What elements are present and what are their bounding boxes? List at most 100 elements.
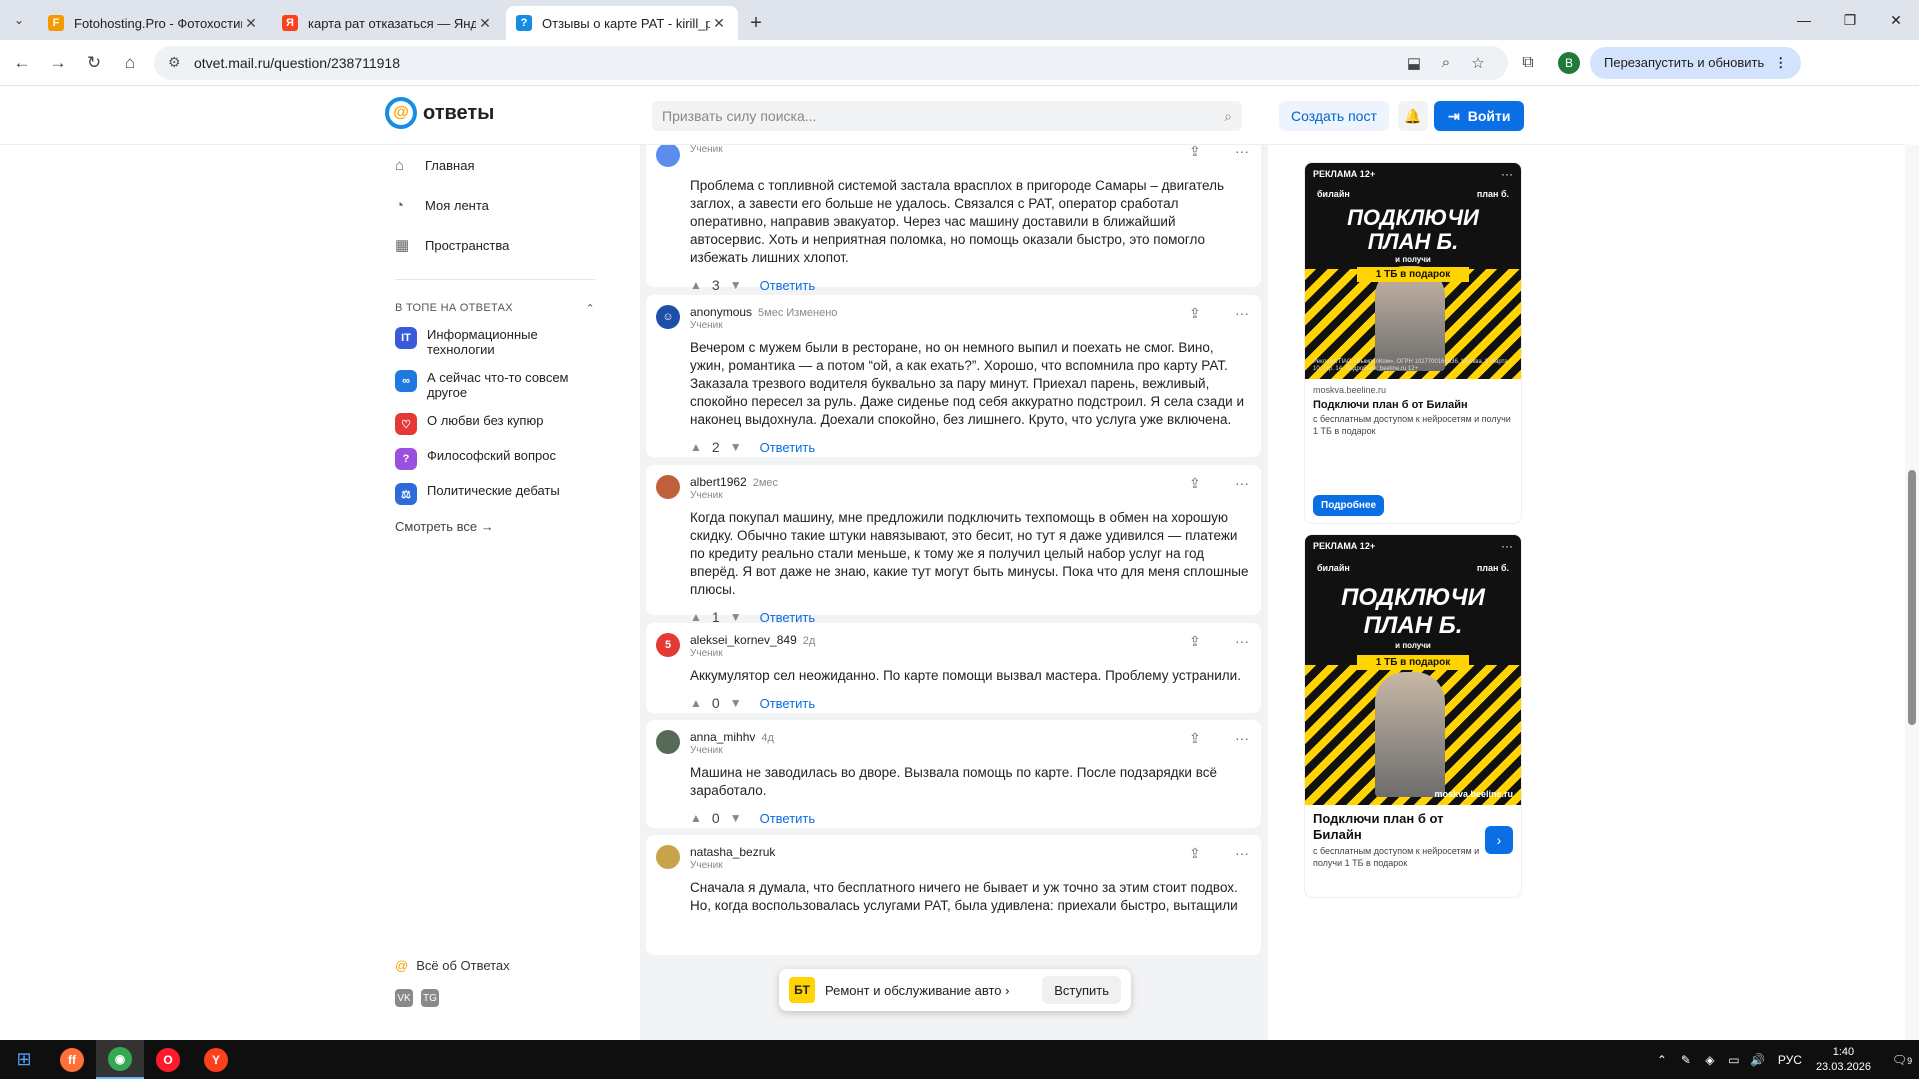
downvote-icon[interactable]: ▼: [730, 696, 742, 710]
taskbar-firefox[interactable]: ff: [48, 1040, 96, 1079]
search-input[interactable]: Призвать силу поиска... ⌕: [652, 101, 1242, 131]
ad-title[interactable]: Подключи план б от Билайн: [1313, 399, 1513, 411]
close-tab-icon[interactable]: ✕: [710, 15, 728, 32]
downvote-icon[interactable]: ▼: [730, 811, 742, 825]
share-icon[interactable]: ⇪: [1189, 475, 1201, 492]
nav-spaces[interactable]: ▦ Пространства: [395, 225, 595, 265]
back-icon[interactable]: ←: [4, 45, 40, 81]
volume-icon[interactable]: 🔊: [1746, 1053, 1770, 1067]
avatar[interactable]: [656, 145, 680, 167]
share-icon[interactable]: ⇪: [1189, 633, 1201, 650]
username[interactable]: anonymous 5мес Изменено: [690, 305, 1189, 319]
ad-more-button[interactable]: Подробнее: [1313, 495, 1385, 516]
profile-avatar[interactable]: B: [1558, 51, 1580, 74]
tray-overflow-icon[interactable]: ⌃: [1650, 1053, 1674, 1067]
topic-politics[interactable]: ⚖ Политические дебаты: [395, 483, 595, 505]
browser-tab-1[interactable]: F Fotohosting.Pro - Фотохостинг ✕: [38, 6, 270, 40]
downvote-icon[interactable]: ▼: [730, 610, 742, 624]
see-all-link[interactable]: Смотреть все →: [395, 519, 595, 534]
notifications-bell-icon[interactable]: 🔔: [1398, 101, 1428, 131]
nav-my-feed[interactable]: ◔ Моя лента: [395, 185, 595, 225]
ad-arrow-icon[interactable]: ›: [1485, 826, 1513, 854]
site-info-icon[interactable]: ⚙: [168, 54, 184, 71]
ad-creative[interactable]: РЕКЛАМА 12+ ··· билайн план б. ПОДКЛЮЧИ …: [1305, 535, 1521, 805]
topic-it[interactable]: IT Информационные технологии: [395, 327, 595, 357]
reply-button[interactable]: Ответить: [760, 696, 816, 711]
restore-icon[interactable]: ❐: [1827, 0, 1873, 40]
notification-center-icon[interactable]: 🗨9: [1885, 1053, 1919, 1067]
relaunch-update-button[interactable]: Перезапустить и обновить ⋮: [1590, 46, 1802, 79]
topic-love[interactable]: ♡ О любви без купюр: [395, 413, 595, 435]
install-app-icon[interactable]: ⬓: [1398, 54, 1430, 72]
more-dots-icon[interactable]: ···: [1235, 845, 1249, 862]
upvote-icon[interactable]: ▲: [690, 610, 702, 624]
upvote-icon[interactable]: ▲: [690, 440, 702, 454]
more-dots-icon[interactable]: ···: [1235, 475, 1249, 492]
username[interactable]: albert1962 2мес: [690, 475, 1189, 489]
ad-source[interactable]: moskva.beeline.ru: [1313, 385, 1513, 395]
pen-icon[interactable]: ✎: [1674, 1053, 1698, 1067]
username[interactable]: aleksei_kornev_849 2д: [690, 633, 1189, 647]
upvote-icon[interactable]: ▲: [690, 696, 702, 710]
avatar[interactable]: 5: [656, 633, 680, 657]
nav-home[interactable]: ⌂ Главная: [395, 145, 595, 185]
minimize-icon[interactable]: —: [1781, 0, 1827, 40]
close-window-icon[interactable]: ✕: [1873, 0, 1919, 40]
ad-creative[interactable]: РЕКЛАМА 12+ ··· билайн план б. ПОДКЛЮЧИ …: [1305, 163, 1521, 379]
share-icon[interactable]: ⇪: [1189, 145, 1201, 160]
vk-icon[interactable]: VK: [395, 989, 413, 1007]
address-bar[interactable]: ⚙ otvet.mail.ru/question/238711918 ⬓ ⌕ ☆: [154, 45, 1508, 80]
avatar[interactable]: ☺: [656, 305, 680, 329]
close-tab-icon[interactable]: ✕: [476, 15, 494, 32]
clock[interactable]: 1:40 23.03.2026: [1816, 1045, 1871, 1075]
username[interactable]: natasha_bezruk: [690, 845, 1189, 859]
login-button[interactable]: ⇥ Войти: [1434, 101, 1525, 131]
more-dots-icon[interactable]: ···: [1235, 730, 1249, 747]
downvote-icon[interactable]: ▼: [730, 278, 742, 292]
ad-card-1[interactable]: РЕКЛАМА 12+ ··· билайн план б. ПОДКЛЮЧИ …: [1304, 162, 1522, 524]
app-tray-icon[interactable]: ◈: [1698, 1053, 1722, 1067]
telegram-icon[interactable]: TG: [421, 989, 439, 1007]
ad-title[interactable]: Подключи план б от Билайн: [1313, 811, 1485, 843]
close-tab-icon[interactable]: ✕: [242, 15, 260, 32]
taskbar-yandex[interactable]: Y: [192, 1040, 240, 1079]
topic-philosophy[interactable]: ? Философский вопрос: [395, 448, 595, 470]
community-pill[interactable]: БТ Ремонт и обслуживание авто › Вступить: [779, 969, 1131, 1011]
avatar[interactable]: [656, 845, 680, 869]
forward-icon[interactable]: →: [40, 45, 76, 81]
downvote-icon[interactable]: ▼: [730, 440, 742, 454]
home-icon[interactable]: ⌂: [112, 45, 148, 81]
upvote-icon[interactable]: ▲: [690, 811, 702, 825]
more-menu-icon[interactable]: ⋮: [1774, 55, 1787, 71]
windows-start-icon[interactable]: ⊞: [0, 1040, 48, 1079]
share-icon[interactable]: ⇪: [1189, 305, 1201, 322]
ad-card-2[interactable]: РЕКЛАМА 12+ ··· билайн план б. ПОДКЛЮЧИ …: [1304, 534, 1522, 898]
reply-button[interactable]: Ответить: [760, 278, 816, 293]
avatar[interactable]: [656, 730, 680, 754]
new-tab-button[interactable]: +: [740, 6, 772, 40]
community-name[interactable]: Ремонт и обслуживание авто ›: [825, 983, 1042, 998]
reload-icon[interactable]: ↻: [76, 45, 112, 81]
zoom-icon[interactable]: ⌕: [1430, 54, 1462, 71]
language-indicator[interactable]: РУС: [1778, 1053, 1802, 1067]
collapse-chevron-icon[interactable]: ⌃: [585, 302, 595, 315]
more-dots-icon[interactable]: ···: [1235, 305, 1249, 322]
create-post-button[interactable]: Создать пост: [1279, 101, 1389, 131]
extensions-icon[interactable]: ⧉: [1508, 54, 1548, 72]
page-scrollbar[interactable]: [1905, 145, 1919, 1040]
upvote-icon[interactable]: ▲: [690, 278, 702, 292]
ad-menu-icon[interactable]: ···: [1501, 539, 1513, 553]
scrollbar-thumb[interactable]: [1908, 470, 1916, 725]
browser-tab-2[interactable]: Я карта рат отказаться — Яндекс ✕: [272, 6, 504, 40]
reply-button[interactable]: Ответить: [760, 811, 816, 826]
share-icon[interactable]: ⇪: [1189, 730, 1201, 747]
username[interactable]: anna_mihhv 4д: [690, 730, 1189, 744]
share-icon[interactable]: ⇪: [1189, 845, 1201, 862]
topic-something-else[interactable]: ∞ А сейчас что-то совсем другое: [395, 370, 595, 400]
ad-menu-icon[interactable]: ···: [1501, 167, 1513, 181]
site-logo[interactable]: @ ответы: [385, 97, 494, 129]
browser-tab-3-active[interactable]: ? Отзывы о карте РАТ - kirill_pet ✕: [506, 6, 738, 40]
top-section-header[interactable]: В ТОПЕ НА ОТВЕТАХ ⌃: [395, 302, 595, 315]
taskbar-chrome[interactable]: ◉: [96, 1040, 144, 1079]
url-text[interactable]: otvet.mail.ru/question/238711918: [194, 55, 1398, 71]
